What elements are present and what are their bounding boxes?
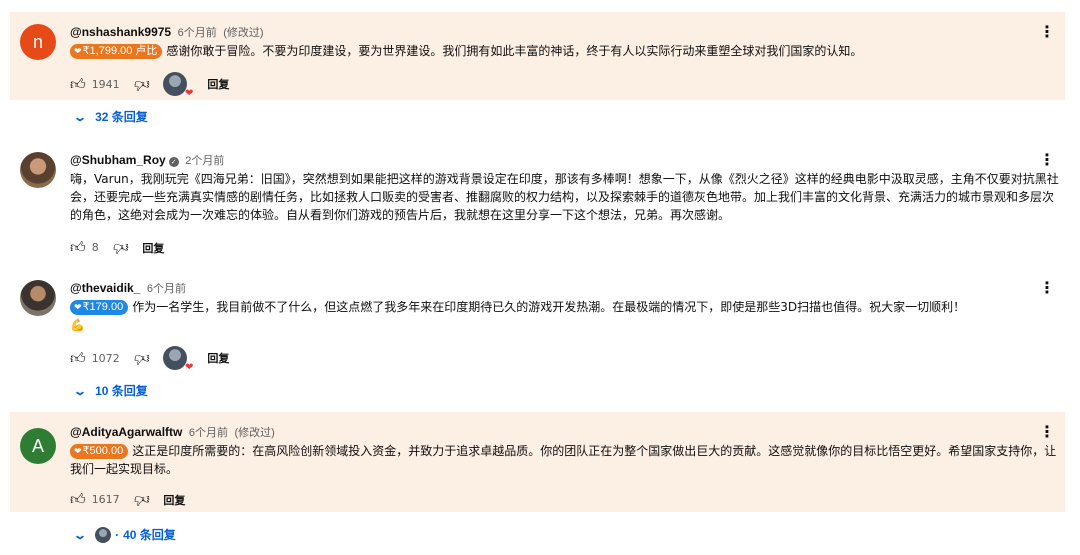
comment-actions: 👍︎ 1617 👍︎ 回复 bbox=[70, 490, 185, 509]
dislike-icon[interactable]: 👍︎ bbox=[134, 349, 150, 368]
comment-text: ❤₹179.00 作为一名学生，我目前做不了什么，但这点燃了我多年来在印度期待已久… bbox=[70, 298, 1065, 334]
super-thanks-amount: ₹179.00 bbox=[82, 301, 124, 313]
creator-heart-avatar: ❤ bbox=[163, 72, 193, 99]
verified-icon: ✓ bbox=[168, 157, 179, 167]
comment-time[interactable]: 6个月前 bbox=[178, 27, 217, 39]
like-count: 1617 bbox=[91, 493, 120, 506]
like-icon[interactable]: 👍︎ bbox=[70, 75, 86, 94]
comment-author[interactable]: @thevaidik_ bbox=[70, 281, 140, 295]
comment-actions: 👍︎ 1072 👍︎ ❤ 回复 bbox=[70, 346, 229, 373]
like-icon[interactable]: 👍︎ bbox=[70, 490, 86, 509]
super-thanks-badge: ❤₹179.00 bbox=[70, 300, 129, 315]
edited-label: (修改过) bbox=[223, 27, 264, 39]
comment-time[interactable]: 2个月前 bbox=[185, 155, 224, 167]
chevron-down-icon: ⌄ bbox=[72, 109, 88, 124]
comment-header: @AdityaAgarwalftw 6个月前 (修改过) bbox=[70, 424, 275, 440]
comment-text: ❤₹1,799.00 卢比 感谢你敢于冒险。不要为印度建设，要为世界建设。我们拥有… bbox=[70, 42, 1065, 60]
avatar[interactable] bbox=[20, 152, 56, 188]
super-thanks-badge: ❤₹1,799.00 卢比 bbox=[70, 44, 163, 59]
heart-icon: ❤ bbox=[184, 362, 194, 373]
super-thanks-amount: ₹1,799.00 卢比 bbox=[82, 45, 158, 57]
super-thanks-badge: ❤₹500.00 bbox=[70, 444, 129, 459]
reply-button[interactable]: 回复 bbox=[207, 350, 229, 366]
replies-count: 32 条回复 bbox=[95, 110, 148, 124]
comment-author[interactable]: @nshashank9975 bbox=[70, 25, 171, 39]
like-count: 1072 bbox=[91, 351, 120, 365]
reply-button[interactable]: 回复 bbox=[207, 76, 229, 92]
more-options-icon[interactable]: ⋮ bbox=[1039, 278, 1055, 297]
replies-count: 10 条回复 bbox=[95, 384, 148, 398]
comment-text: 嗨，Varun，我刚玩完《四海兄弟：旧国》，突然想到如果能把这样的游戏背景设定在… bbox=[70, 172, 1059, 222]
more-options-icon[interactable]: ⋮ bbox=[1039, 150, 1055, 169]
view-replies-button[interactable]: ⌄ · 40 条回复 bbox=[72, 526, 176, 543]
comment-1: n @nshashank9975 6个月前 (修改过) ❤₹1,799.00 卢… bbox=[10, 12, 1065, 100]
comment-header: @Shubham_Roy ✓ 2个月前 bbox=[70, 152, 224, 168]
flexed-biceps-emoji: 💪 bbox=[70, 318, 85, 332]
dislike-icon[interactable]: 👍︎ bbox=[134, 75, 150, 94]
comment-author[interactable]: @AdityaAgarwalftw bbox=[70, 425, 182, 439]
comment-body: 这正是印度所需要的：在高风险创新领域投入资金，并致力于追求卓越品质。你的团队正在… bbox=[70, 444, 1057, 476]
chevron-down-icon: ⌄ bbox=[72, 527, 88, 542]
reply-button[interactable]: 回复 bbox=[163, 492, 185, 508]
avatar[interactable] bbox=[20, 280, 56, 316]
creator-avatar bbox=[95, 526, 112, 543]
comment-body: 感谢你敢于冒险。不要为印度建设，要为世界建设。我们拥有如此丰富的神话，终于有人以… bbox=[166, 44, 863, 58]
comment-2: @Shubham_Roy ✓ 2个月前 嗨，Varun，我刚玩完《四海兄弟：旧国》… bbox=[10, 140, 1065, 258]
like-count: 8 bbox=[91, 241, 99, 254]
comment-time[interactable]: 6个月前 bbox=[189, 427, 228, 439]
heart-icon: ❤ bbox=[74, 46, 82, 56]
creator-heart-avatar: ❤ bbox=[163, 346, 193, 373]
heart-icon: ❤ bbox=[74, 302, 82, 312]
avatar[interactable]: A bbox=[20, 428, 56, 464]
comment-actions: 👍︎ 8 👍︎ 回复 bbox=[70, 238, 164, 257]
comment-actions: 👍︎ 1941 👍︎ ❤ 回复 bbox=[70, 72, 229, 99]
edited-label: (修改过) bbox=[234, 427, 275, 439]
comment-4: A @AdityaAgarwalftw 6个月前 (修改过) ❤₹500.00 这… bbox=[10, 412, 1065, 512]
comment-body: 作为一名学生，我目前做不了什么，但这点燃了我多年来在印度期待已久的游戏开发热潮。… bbox=[132, 300, 966, 314]
comment-header: @thevaidik_ 6个月前 bbox=[70, 280, 186, 296]
like-icon[interactable]: 👍︎ bbox=[70, 349, 86, 368]
separator-dot: · bbox=[115, 527, 120, 542]
replies-count: 40 条回复 bbox=[123, 528, 176, 542]
view-replies-button[interactable]: ⌄ 32 条回复 bbox=[72, 108, 148, 125]
more-options-icon[interactable]: ⋮ bbox=[1039, 422, 1055, 441]
comment-time[interactable]: 6个月前 bbox=[147, 283, 186, 295]
chevron-down-icon: ⌄ bbox=[72, 383, 88, 398]
heart-icon: ❤ bbox=[184, 88, 194, 99]
comment-3: @thevaidik_ 6个月前 ❤₹179.00 作为一名学生，我目前做不了什么… bbox=[10, 268, 1065, 373]
like-count: 1941 bbox=[91, 77, 120, 91]
reply-button[interactable]: 回复 bbox=[142, 240, 164, 256]
comment-header: @nshashank9975 6个月前 (修改过) bbox=[70, 24, 264, 40]
more-options-icon[interactable]: ⋮ bbox=[1039, 22, 1055, 41]
dislike-icon[interactable]: 👍︎ bbox=[113, 238, 129, 257]
like-icon[interactable]: 👍︎ bbox=[70, 238, 86, 257]
comment-text: ❤₹500.00 这正是印度所需要的：在高风险创新领域投入资金，并致力于追求卓越品… bbox=[70, 442, 1065, 478]
heart-icon: ❤ bbox=[74, 446, 82, 456]
dislike-icon[interactable]: 👍︎ bbox=[134, 490, 150, 509]
view-replies-button[interactable]: ⌄ 10 条回复 bbox=[72, 382, 148, 399]
comment-author[interactable]: @Shubham_Roy bbox=[70, 153, 166, 167]
avatar[interactable]: n bbox=[20, 24, 56, 60]
super-thanks-amount: ₹500.00 bbox=[82, 445, 124, 457]
